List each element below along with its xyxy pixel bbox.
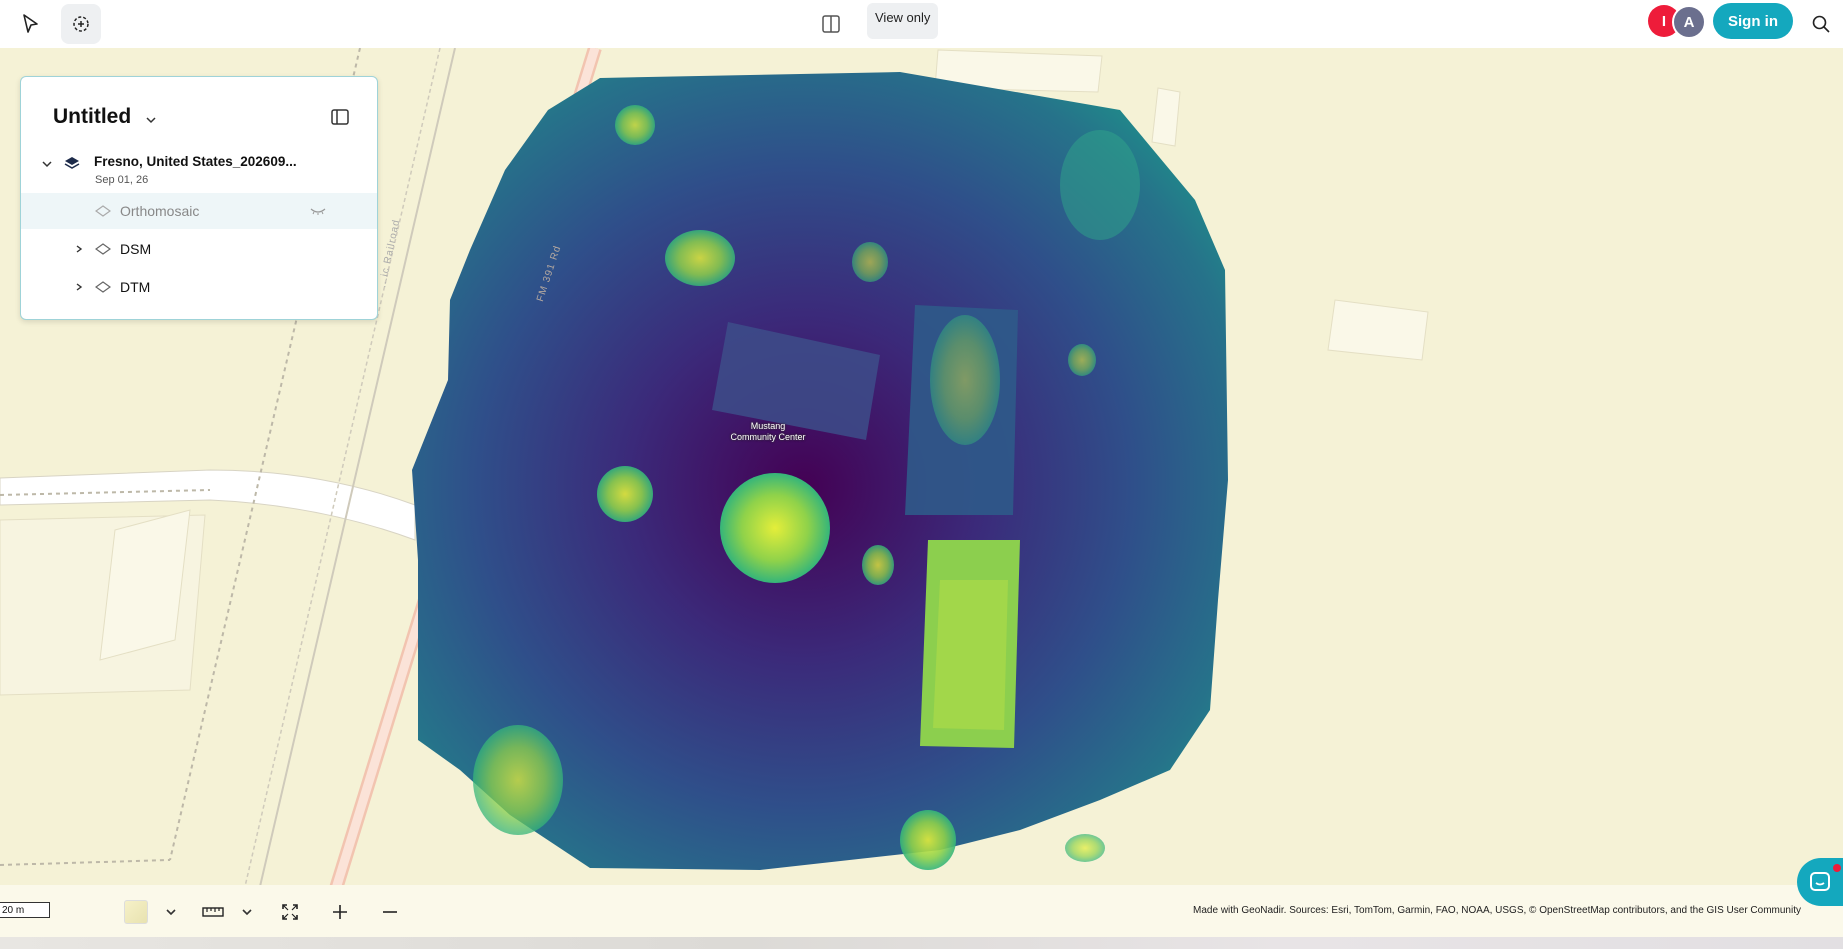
measure-button[interactable] [199, 898, 227, 926]
layer-label: DTM [120, 279, 151, 295]
select-tool-button[interactable] [11, 4, 51, 44]
notification-dot [1833, 864, 1841, 872]
layer-icon [95, 243, 111, 255]
cursor-icon [23, 14, 38, 33]
chevron-right-icon[interactable] [74, 244, 84, 254]
layers-panel: Untitled Fresno, United States_202609...… [20, 76, 378, 320]
search-button[interactable] [1801, 4, 1841, 44]
top-toolbar: View only I A Sign in [0, 0, 1843, 48]
minus-icon [383, 911, 397, 913]
chevron-down-icon [166, 909, 176, 916]
map-attribution: Made with GeoNadir. Sources: Esri, TomTo… [1193, 905, 1801, 916]
layer-label: DSM [120, 241, 152, 257]
eye-closed-icon[interactable] [309, 206, 327, 216]
chevron-right-icon[interactable] [74, 282, 84, 292]
layer-item-orthomosaic[interactable]: Orthomosaic [21, 193, 377, 229]
chevron-down-icon[interactable] [144, 113, 158, 127]
layer-icon [95, 281, 111, 293]
basemap-button[interactable] [122, 898, 150, 926]
basemap-dropdown[interactable] [157, 898, 185, 926]
chat-support-button[interactable] [1797, 858, 1843, 906]
split-view-icon [822, 15, 840, 33]
sidebar-toggle-icon[interactable] [329, 106, 351, 128]
zoom-out-button[interactable] [376, 898, 404, 926]
layers-icon [64, 157, 80, 169]
ruler-icon [202, 907, 224, 917]
search-icon [1812, 15, 1830, 33]
split-view-button[interactable] [811, 4, 851, 44]
layer-label: Orthomosaic [120, 203, 200, 219]
project-name: Fresno, United States_202609... [94, 154, 297, 169]
layer-item-dtm[interactable]: DTM [21, 269, 377, 305]
basemap-thumbnail-icon [124, 900, 148, 924]
scale-bar: 20 m [0, 902, 50, 918]
layer-item-dsm[interactable]: DSM [21, 231, 377, 267]
project-date: Sep 01, 26 [95, 174, 149, 186]
sign-in-button[interactable]: Sign in [1713, 3, 1793, 39]
project-item[interactable]: Fresno, United States_202609... Sep 01, … [21, 153, 377, 193]
avatar[interactable]: A [1672, 5, 1706, 39]
fullscreen-button[interactable] [276, 898, 304, 926]
chat-icon [1810, 872, 1830, 891]
view-mode-badge: View only [867, 3, 939, 39]
fullscreen-icon [282, 904, 298, 920]
measure-dropdown[interactable] [233, 898, 261, 926]
layer-icon [95, 205, 111, 217]
plus-icon [333, 905, 347, 919]
target-icon [73, 16, 89, 32]
place-label: Mustang Community Center [730, 421, 806, 442]
measure-tool-button[interactable] [61, 4, 101, 44]
project-title[interactable]: Untitled [53, 105, 131, 129]
chevron-down-icon[interactable] [41, 158, 53, 170]
chevron-down-icon [242, 909, 252, 916]
map-bottom-bar: 20 m Made with GeoNadir. Sources: Esri, … [0, 885, 1843, 937]
window-bottom-strip [0, 937, 1843, 949]
zoom-in-button[interactable] [326, 898, 354, 926]
